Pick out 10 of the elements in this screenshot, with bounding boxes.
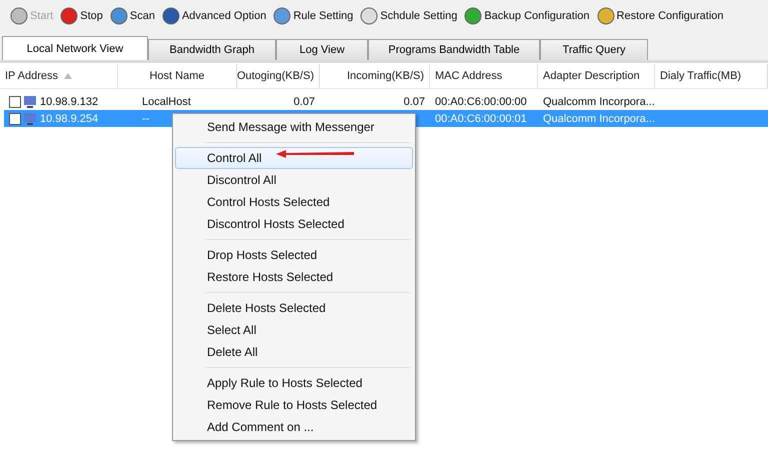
table-cell: 00:A0:C6:00:00:01 (435, 112, 527, 124)
table-cell: -- (142, 112, 150, 124)
table-cell: Qualcomm Incorpora... (543, 96, 655, 108)
table-cell: 10.98.9.254 (40, 112, 98, 124)
table-cell: 00:A0:C6:00:00:00 (435, 96, 527, 108)
table-cell: 0.07 (294, 96, 315, 108)
table-cell: 0.07 (404, 96, 425, 108)
table-cell: Qualcomm Incorpora... (543, 112, 655, 124)
table-cell: LocalHost (142, 96, 191, 108)
table-cell: 10.98.9.132 (40, 96, 98, 108)
